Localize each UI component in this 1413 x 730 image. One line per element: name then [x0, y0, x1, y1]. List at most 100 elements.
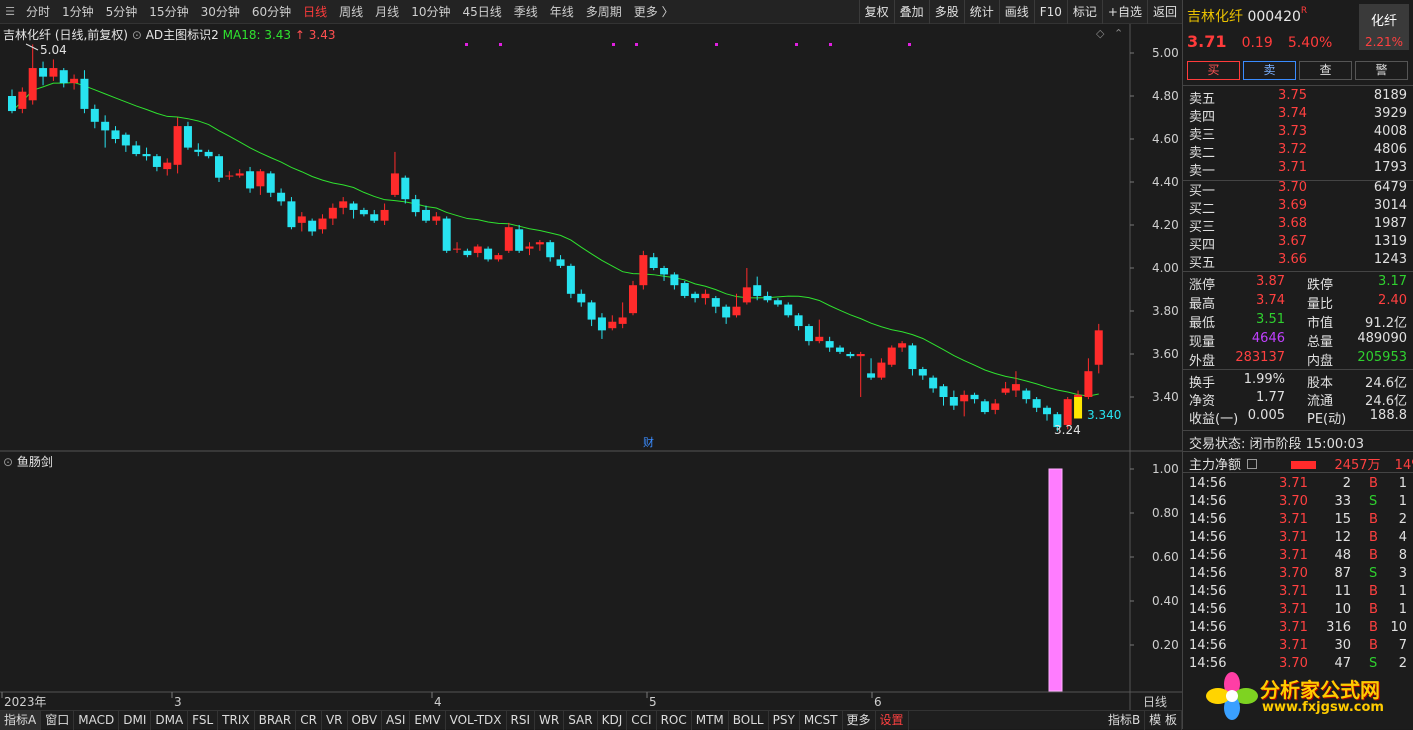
indicator-tab[interactable]: OBV — [348, 710, 383, 730]
collapse-up-icon[interactable]: ⌃ — [1114, 27, 1123, 40]
sell-button[interactable]: 卖 — [1243, 61, 1296, 80]
indicator-tab[interactable]: CCI — [627, 710, 657, 730]
tick-time: 14:56 — [1189, 620, 1227, 635]
stat-value: 2.40 — [1378, 293, 1407, 308]
order-book-row[interactable]: 卖二 3.72 4806 — [1189, 142, 1409, 161]
query-button[interactable]: 查 — [1299, 61, 1352, 80]
period-tab[interactable]: 1分钟 — [56, 3, 100, 20]
stat-value: 3.74 — [1256, 293, 1285, 308]
indicator-tab[interactable]: BRAR — [255, 710, 297, 730]
candle-body — [577, 293, 586, 303]
tool-button[interactable]: 多股 — [928, 0, 964, 24]
indicator-tab[interactable]: TRIX — [218, 710, 255, 730]
tick-count: 1 — [1398, 494, 1407, 509]
flow-list-icon[interactable] — [1247, 459, 1258, 469]
period-tab[interactable]: 季线 — [508, 3, 544, 20]
tool-button[interactable]: 复权 — [858, 0, 894, 24]
indicator-tab[interactable]: 设置 — [876, 710, 909, 730]
order-book-row[interactable]: 买三 3.68 1987 — [1189, 216, 1409, 235]
candle-body — [380, 209, 389, 221]
tool-button[interactable]: 返回 — [1146, 0, 1182, 24]
kline-chart[interactable]: 5.00 4.80 4.60 4.40 4.20 4.00 3.80 3.60 3.40 1.00… — [0, 24, 1182, 710]
indicator-tab[interactable]: 指标A — [0, 710, 42, 730]
tool-button[interactable]: F10 — [1033, 0, 1067, 24]
tick-price: 3.71 — [1279, 548, 1308, 563]
candle-body — [929, 377, 938, 389]
indicator-tab[interactable]: RSI — [507, 710, 536, 730]
period-tab[interactable]: 多周期 — [580, 3, 628, 20]
period-tab[interactable]: 15分钟 — [143, 3, 194, 20]
period-tab[interactable]: 5分钟 — [100, 3, 144, 20]
indicator-tab[interactable]: ROC — [657, 710, 692, 730]
indicator-tab[interactable]: VR — [322, 710, 348, 730]
diamond-icon[interactable]: ◇ — [1096, 27, 1105, 40]
indicator-tab[interactable]: VOL-TDX — [446, 710, 507, 730]
indicator-tab[interactable]: FSL — [188, 710, 219, 730]
order-book-row[interactable]: 卖一 3.71 1793 — [1189, 160, 1409, 179]
order-book-row[interactable]: 卖四 3.74 3929 — [1189, 106, 1409, 125]
indicator-tab[interactable]: EMV — [410, 710, 446, 730]
tick-volume: 15 — [1334, 512, 1351, 527]
indicator-icon[interactable]: ⊙ — [132, 28, 146, 42]
indicator-tab[interactable]: 模 板 — [1145, 711, 1182, 730]
finance-mark[interactable]: 财 — [643, 435, 654, 449]
menu-icon[interactable]: ☰ — [0, 5, 20, 18]
collapse-icon[interactable]: ⊙ — [3, 455, 13, 469]
candle-body — [1063, 399, 1072, 425]
sub-tick-label: 0.40 — [1152, 594, 1179, 608]
candle-body — [1084, 371, 1093, 397]
tool-button[interactable]: 统计 — [963, 0, 999, 24]
order-book-row[interactable]: 买四 3.67 1319 — [1189, 234, 1409, 253]
period-tab[interactable]: 年线 — [544, 3, 580, 20]
indicator-tab[interactable]: SAR — [564, 710, 598, 730]
period-tab[interactable]: 10分钟 — [405, 3, 456, 20]
order-book-row[interactable]: 买五 3.66 1243 — [1189, 252, 1409, 271]
period-tab[interactable]: 分时 — [20, 3, 56, 20]
period-tab[interactable]: 60分钟 — [246, 3, 297, 20]
tool-button[interactable]: 画线 — [998, 0, 1034, 24]
period-tab[interactable]: 45日线 — [456, 3, 507, 20]
alert-button[interactable]: 警 — [1355, 61, 1408, 80]
order-book-row[interactable]: 卖五 3.75 8189 — [1189, 88, 1409, 107]
indicator-tab[interactable]: ASI — [382, 710, 411, 730]
candle-body — [484, 248, 493, 260]
sector-badge[interactable]: 化纤 2.21% — [1359, 4, 1409, 50]
tool-button[interactable]: 标记 — [1066, 0, 1102, 24]
candle-body — [649, 257, 658, 268]
stat-row: 外盘 283137 内盘 205953 — [1189, 350, 1409, 369]
period-tab[interactable]: 更多 〉 — [628, 3, 680, 20]
chart-area: 5.00 4.80 4.60 4.40 4.20 4.00 3.80 3.60 3.40 1.00… — [0, 24, 1182, 710]
period-tab[interactable]: 周线 — [333, 3, 369, 20]
indicator-tab[interactable]: PSY — [769, 710, 800, 730]
price-tick-label: 4.80 — [1152, 89, 1179, 103]
stat-value: 283137 — [1235, 350, 1285, 365]
order-book-row[interactable]: 买一 3.70 6479 — [1189, 180, 1409, 199]
indicator-tab[interactable]: DMI — [119, 710, 152, 730]
level-price: 3.73 — [1278, 124, 1307, 139]
indicator-tab[interactable]: WR — [535, 710, 565, 730]
indicator-tab[interactable]: CR — [296, 710, 322, 730]
period-tab[interactable]: 月线 — [369, 3, 405, 20]
order-book-row[interactable]: 卖三 3.73 4008 — [1189, 124, 1409, 143]
indicator-tab[interactable]: 指标B — [1104, 711, 1146, 730]
tool-button[interactable]: +自选 — [1101, 0, 1147, 24]
indicator-tab[interactable]: BOLL — [729, 710, 769, 730]
period-tab[interactable]: 30分钟 — [195, 3, 246, 20]
tool-button[interactable]: 叠加 — [893, 0, 929, 24]
tick-row: 14:56 3.71 316 B 10 — [1189, 620, 1409, 638]
indicator-tab[interactable]: 更多 — [843, 710, 876, 730]
order-book-row[interactable]: 买二 3.69 3014 — [1189, 198, 1409, 217]
candle-body — [370, 214, 379, 221]
indicator-tab[interactable]: MACD — [74, 710, 120, 730]
indicator-tab[interactable]: DMA — [151, 710, 189, 730]
indicator-tab[interactable]: 窗口 — [41, 710, 75, 730]
indicator-tab[interactable]: KDJ — [598, 710, 628, 730]
period-tab[interactable]: 日线 — [297, 3, 333, 20]
buy-button[interactable]: 买 — [1187, 61, 1240, 80]
candle-body — [1022, 390, 1031, 400]
stat-value: 1.77 — [1256, 390, 1285, 405]
candle-body — [660, 268, 669, 275]
tick-price: 3.70 — [1279, 656, 1308, 671]
indicator-tab[interactable]: MCST — [800, 710, 843, 730]
indicator-tab[interactable]: MTM — [692, 710, 729, 730]
